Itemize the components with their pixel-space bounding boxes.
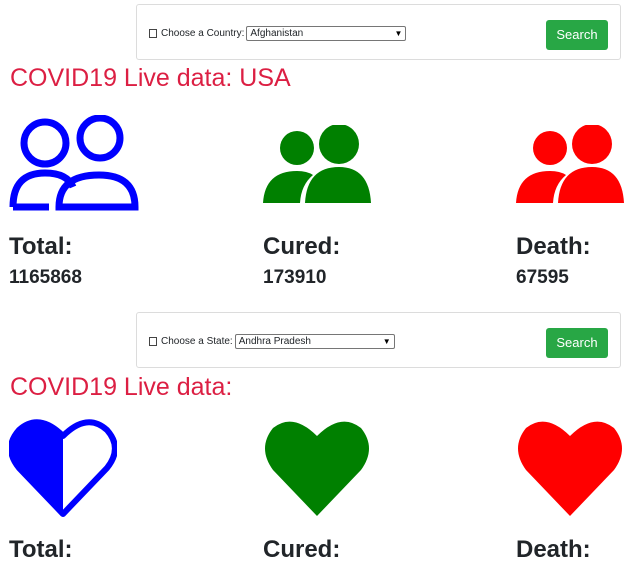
stat-label: Cured: xyxy=(263,536,341,563)
state-search-card: Choose a State: Andhra Pradesh ▼ Search xyxy=(136,312,621,368)
box-icon xyxy=(149,29,157,38)
dropdown-arrow-icon: ▼ xyxy=(394,29,403,38)
country-heading: COVID19 Live data: USA xyxy=(10,64,291,92)
heart-icon xyxy=(265,421,369,516)
state-heading: COVID19 Live data: xyxy=(10,373,233,401)
users-icon xyxy=(263,125,371,203)
heart-half-icon xyxy=(9,419,117,517)
heart-icon xyxy=(518,421,622,516)
stat-label: Total: xyxy=(9,233,73,260)
state-select-value: Andhra Pradesh xyxy=(238,336,311,347)
stat-value: 1165868 xyxy=(9,267,82,288)
stat-label: Total: xyxy=(9,536,73,563)
country-search-card: Choose a Country: Afghanistan ▼ Search xyxy=(136,4,621,60)
users-icon xyxy=(516,125,624,203)
stat-value: 173910 xyxy=(263,267,327,288)
stat-label: Death: xyxy=(516,536,591,563)
state-select[interactable]: Andhra Pradesh ▼ xyxy=(234,334,395,349)
country-search-button[interactable]: Search xyxy=(546,20,608,50)
country-select[interactable]: Afghanistan ▼ xyxy=(246,26,407,41)
country-select-label: Choose a Country: xyxy=(161,28,245,39)
users-outline-icon xyxy=(9,115,139,211)
state-search-button[interactable]: Search xyxy=(546,328,608,358)
country-select-value: Afghanistan xyxy=(250,28,304,39)
stat-label: Cured: xyxy=(263,233,341,260)
stat-value: 67595 xyxy=(516,267,569,288)
stat-label: Death: xyxy=(516,233,591,260)
box-icon xyxy=(149,337,157,346)
dropdown-arrow-icon: ▼ xyxy=(382,337,391,346)
state-select-label: Choose a State: xyxy=(161,336,233,347)
